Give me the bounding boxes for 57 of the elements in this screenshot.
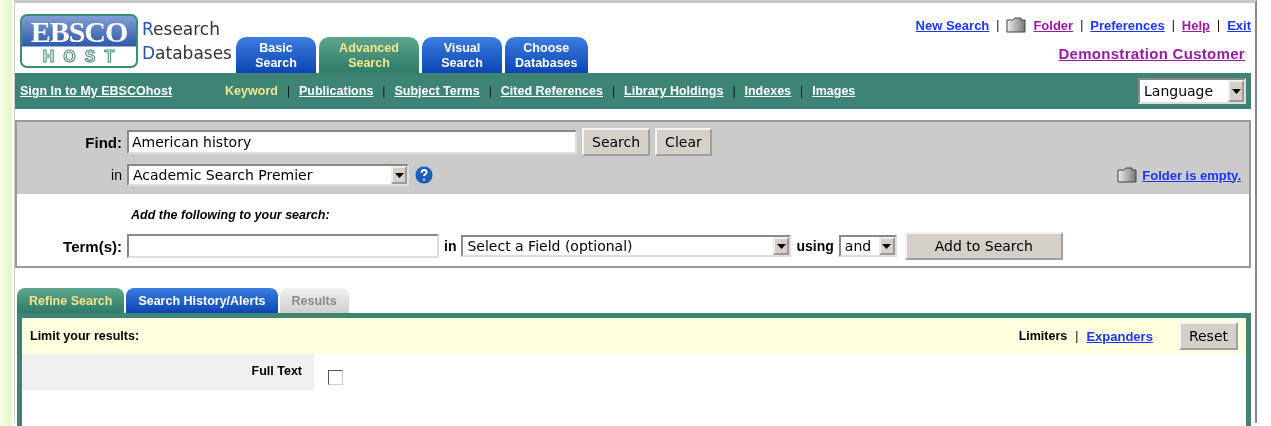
link[interactable]: Help — [1181, 17, 1211, 33]
limit-label: Full Text — [22, 354, 314, 390]
tab[interactable]: Basic Search — [236, 37, 316, 73]
add-heading: Add the following to your search: — [131, 208, 331, 222]
using-label: using — [796, 238, 834, 254]
search-button[interactable]: Search — [582, 128, 651, 156]
separator: | — [1217, 18, 1221, 32]
separator: | — [1075, 329, 1079, 343]
field-dropdown[interactable]: Select a Field (optional) — [461, 235, 792, 257]
separator: | — [382, 84, 386, 98]
logo-text: Research — [142, 18, 221, 41]
separator: | — [996, 18, 1000, 32]
database-dropdown[interactable]: Academic Search Premier — [127, 164, 409, 186]
in-label: in — [444, 238, 457, 254]
find-label: Find: — [84, 133, 122, 151]
link[interactable]: Preferences — [1090, 17, 1165, 33]
limits-heading: Limit your results: — [30, 329, 140, 343]
nav-link[interactable]: Publications — [299, 84, 374, 98]
checkbox[interactable] — [328, 370, 343, 385]
tab[interactable]: Advanced Search — [319, 37, 419, 73]
nav-link[interactable]: Cited References — [500, 84, 603, 98]
separator: | — [732, 84, 736, 98]
in-label: in — [110, 167, 122, 183]
link[interactable]: Folder — [1033, 17, 1074, 33]
nav-link[interactable]: Keyword — [225, 84, 278, 98]
nav-link[interactable]: Library Holdings — [624, 84, 724, 98]
separator: | — [488, 84, 492, 98]
separator: | — [286, 84, 290, 98]
operator-dropdown[interactable]: and — [838, 235, 897, 257]
limiters-label: Limiters — [1018, 329, 1068, 343]
terms-field[interactable] — [127, 234, 439, 258]
separator: | — [1080, 18, 1084, 32]
separator: | — [611, 84, 616, 98]
separator: | — [1171, 18, 1175, 32]
customer-link[interactable]: Demonstration Customer — [1058, 45, 1245, 62]
nav-link[interactable]: Subject Terms — [394, 84, 480, 98]
link[interactable]: Exit — [1227, 17, 1251, 33]
folder-link[interactable]: Folder is empty. — [1142, 167, 1241, 183]
language-dropdown[interactable]: Language — [1138, 78, 1246, 104]
find-field[interactable]: American history — [127, 130, 577, 154]
folder-icon — [1117, 167, 1138, 183]
nav-link[interactable]: Indexes — [744, 84, 792, 98]
clear-button[interactable]: Clear — [655, 128, 712, 156]
logo-badge: EBSCO HOST — [20, 14, 138, 68]
nav-link[interactable]: Images — [812, 84, 856, 98]
terms-label: Term(s): — [62, 237, 122, 255]
tab[interactable]: Choose Databases — [505, 37, 588, 73]
reset-button[interactable]: Reset — [1178, 322, 1238, 350]
help-icon[interactable] — [414, 165, 434, 185]
sign-in-link[interactable]: Sign In to My EBSCOhost — [20, 84, 173, 98]
separator: | — [800, 84, 804, 98]
tab[interactable]: Visual Search — [422, 37, 502, 73]
link[interactable]: New Search — [915, 17, 990, 33]
logo-text: Databases — [142, 42, 232, 65]
expanders-link[interactable]: Expanders — [1086, 328, 1153, 344]
tab[interactable]: Search History/Alerts — [126, 288, 278, 313]
add-to-search-button[interactable]: Add to Search — [904, 232, 1063, 260]
